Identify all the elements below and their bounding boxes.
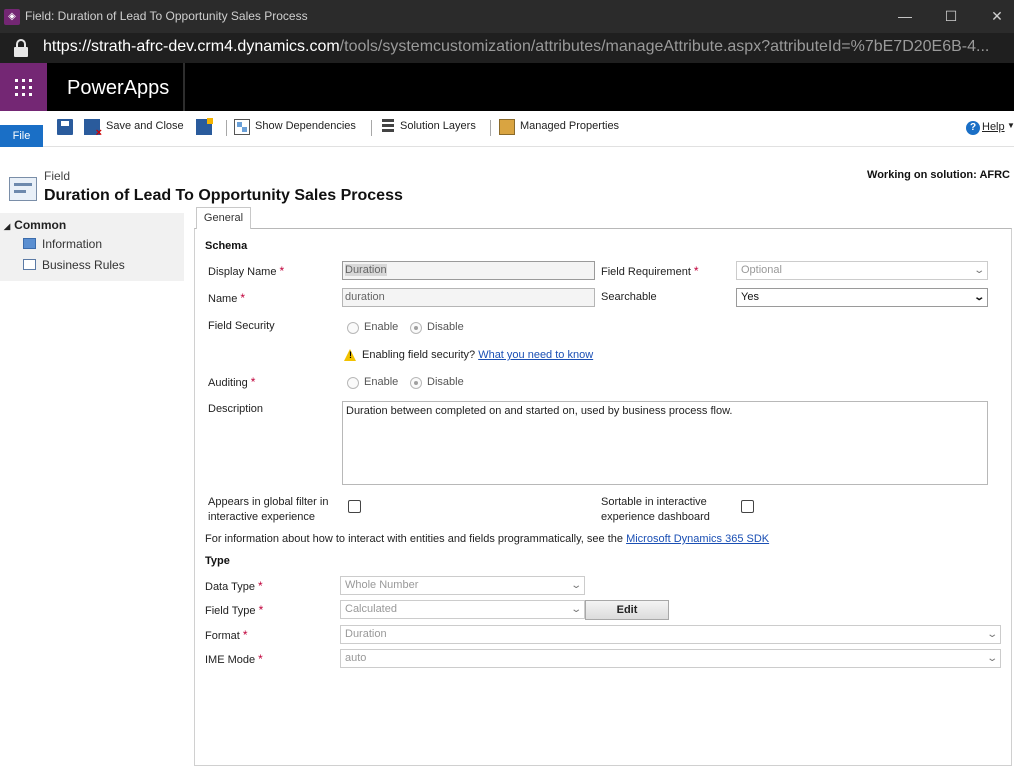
close-icon[interactable]: ✕ — [974, 0, 1014, 33]
business-rules-icon — [23, 259, 36, 270]
name-label: Name * — [208, 291, 246, 305]
save-and-close-icon[interactable] — [84, 119, 102, 139]
type-section-heading: Type — [205, 555, 230, 567]
help-button[interactable]: Help — [982, 121, 1005, 133]
powerapps-app-icon: ◈ — [4, 9, 20, 25]
information-icon — [23, 238, 36, 249]
window-title: Field: Duration of Lead To Opportunity S… — [25, 9, 308, 23]
auditing-disable-radio[interactable] — [410, 377, 422, 389]
data-type-label: Data Type * — [205, 579, 263, 593]
dynamics-sdk-link[interactable]: Microsoft Dynamics 365 SDK — [626, 533, 769, 545]
auditing-disable-label: Disable — [427, 376, 464, 388]
chevron-down-icon: ⌄ — [569, 604, 582, 615]
description-textarea[interactable]: Duration between completed on and starte… — [342, 401, 988, 485]
tab-general[interactable]: General — [196, 207, 251, 229]
file-button[interactable]: File — [0, 125, 43, 147]
auditing-enable-label: Enable — [364, 376, 399, 388]
sortable-checkbox[interactable] — [741, 500, 754, 513]
searchable-label: Searchable — [601, 291, 657, 303]
waffle-icon — [15, 79, 32, 96]
header-divider — [183, 63, 185, 111]
show-dependencies-button[interactable]: Show Dependencies — [255, 120, 356, 132]
command-ribbon: File Save and Close Show Dependencies So… — [0, 111, 1014, 147]
working-on-solution: Working on solution: AFRC — [867, 169, 1010, 181]
field-security-disable-radio[interactable] — [410, 322, 422, 334]
global-filter-checkbox[interactable] — [348, 500, 361, 513]
window-titlebar: ◈ Field: Duration of Lead To Opportunity… — [0, 0, 1014, 33]
sdk-info-text: For information about how to interact wi… — [205, 533, 770, 545]
warning-icon — [344, 349, 357, 361]
left-navigation: ◢ Common Information Business Rules — [0, 213, 184, 281]
collapse-triangle-icon[interactable]: ◢ — [4, 222, 10, 231]
field-security-label: Field Security — [208, 320, 275, 332]
field-type-select[interactable]: Calculated ⌄ — [340, 600, 585, 619]
app-header: PowerApps — [0, 63, 1014, 111]
description-label: Description — [208, 403, 264, 415]
save-icon[interactable] — [57, 119, 73, 135]
field-requirement-label: Field Requirement * — [601, 264, 699, 278]
solution-layers-button[interactable]: Solution Layers — [400, 120, 476, 132]
display-name-input[interactable]: Duration — [342, 261, 595, 280]
schema-section-heading: Schema — [205, 240, 248, 252]
managed-properties-icon[interactable] — [499, 119, 515, 135]
field-entity-icon — [9, 177, 37, 201]
app-name[interactable]: PowerApps — [67, 77, 169, 100]
field-security-enable-label: Enable — [364, 321, 399, 333]
field-security-enable-radio[interactable] — [347, 322, 359, 334]
app-launcher-button[interactable] — [0, 63, 47, 111]
auditing-enable-radio[interactable] — [347, 377, 359, 389]
nav-group-common[interactable]: ◢ Common — [4, 218, 66, 232]
dependencies-icon[interactable] — [234, 119, 250, 135]
chevron-down-icon[interactable]: ▼ — [1007, 121, 1014, 130]
nav-item-business-rules[interactable]: Business Rules — [23, 258, 125, 272]
chevron-down-icon: ⌄ — [569, 580, 582, 591]
page-title: Duration of Lead To Opportunity Sales Pr… — [44, 187, 403, 204]
chevron-down-icon: ⌄ — [985, 629, 998, 640]
chevron-down-icon: ⌄ — [985, 653, 998, 664]
ime-mode-label: IME Mode * — [205, 652, 263, 666]
data-type-select[interactable]: Whole Number ⌄ — [340, 576, 585, 595]
what-you-need-to-know-link[interactable]: What you need to know — [478, 349, 593, 361]
auditing-label: Auditing * — [208, 375, 256, 389]
lock-icon — [13, 39, 29, 57]
ribbon-separator — [226, 120, 227, 136]
edit-button[interactable]: Edit — [585, 600, 669, 620]
solution-layers-icon[interactable] — [382, 119, 394, 135]
field-security-disable-label: Disable — [427, 321, 464, 333]
nav-item-information[interactable]: Information — [23, 237, 102, 251]
name-input[interactable]: duration — [342, 288, 595, 307]
ribbon-separator — [490, 120, 491, 136]
field-security-warning: Enabling field security? What you need t… — [362, 349, 594, 361]
managed-properties-button[interactable]: Managed Properties — [520, 120, 619, 132]
save-and-close-button[interactable]: Save and Close — [106, 120, 184, 132]
ime-mode-select[interactable]: auto ⌄ — [340, 649, 1001, 668]
save-and-new-icon[interactable] — [196, 118, 213, 135]
maximize-icon[interactable]: ☐ — [928, 0, 974, 33]
field-type-label: Field Type * — [205, 603, 264, 617]
field-requirement-select[interactable]: Optional ⌄ — [736, 261, 988, 280]
help-icon[interactable]: ? — [966, 121, 980, 135]
global-filter-label: Appears in global filter in interactive e… — [208, 496, 329, 523]
url-text[interactable]: https://strath-afrc-dev.crm4.dynamics.co… — [43, 38, 989, 56]
chevron-down-icon: ⌄ — [972, 292, 985, 303]
format-label: Format * — [205, 628, 248, 642]
address-bar[interactable]: https://strath-afrc-dev.crm4.dynamics.co… — [0, 33, 1014, 63]
searchable-select[interactable]: Yes ⌄ — [736, 288, 988, 307]
sortable-label: Sortable in interactive experience dashbo… — [601, 496, 710, 523]
display-name-label: Display Name * — [208, 264, 285, 278]
entity-type-label: Field — [44, 169, 71, 183]
chevron-down-icon: ⌄ — [972, 265, 985, 276]
minimize-icon[interactable]: — — [882, 0, 928, 33]
ribbon-separator — [371, 120, 372, 136]
format-select[interactable]: Duration ⌄ — [340, 625, 1001, 644]
